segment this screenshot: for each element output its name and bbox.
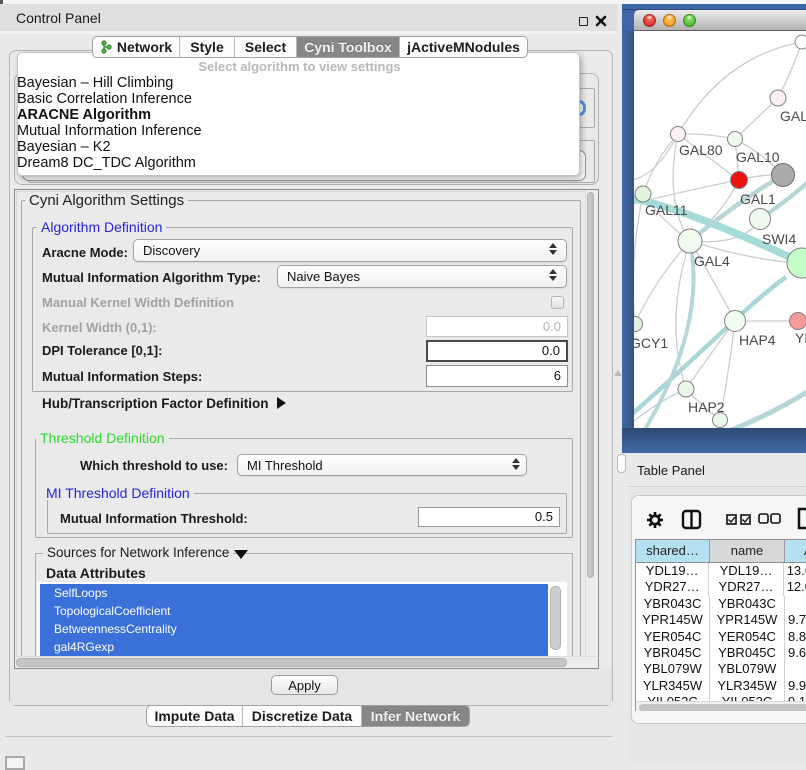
svg-text:GAL2: GAL2	[780, 108, 806, 124]
svg-text:YE: YE	[795, 330, 806, 346]
svg-text:GAL10: GAL10	[736, 149, 780, 165]
svg-text:GCY1: GCY1	[634, 335, 668, 351]
svg-text:SWI4: SWI4	[762, 231, 796, 247]
svg-text:GAL1: GAL1	[740, 191, 776, 207]
svg-text:GAL80: GAL80	[679, 142, 723, 158]
svg-text:HAP4: HAP4	[739, 332, 776, 348]
svg-text:GAL11: GAL11	[645, 202, 688, 218]
svg-text:HAP2: HAP2	[688, 399, 725, 415]
svg-text:GAL4: GAL4	[694, 253, 730, 269]
